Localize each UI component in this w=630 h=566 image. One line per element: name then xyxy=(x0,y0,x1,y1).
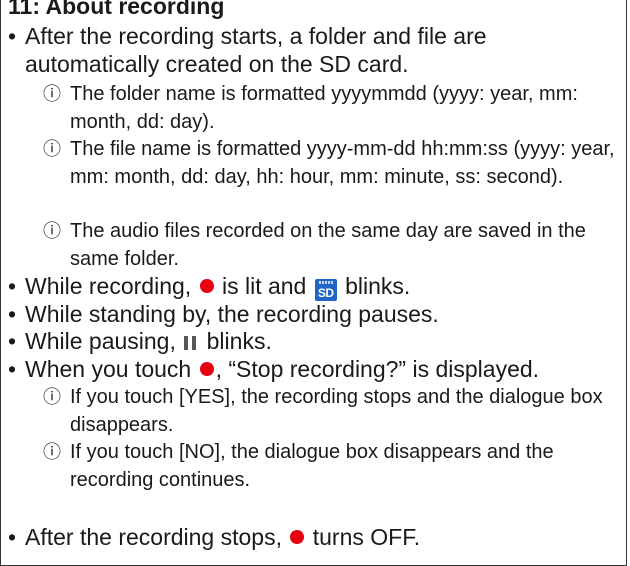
bullet-recording-stops: • After the recording stops, turns OFF. xyxy=(8,524,620,552)
note-folder-name: ⓘ The folder name is formatted yyyymmdd … xyxy=(43,81,618,136)
bullet-mark: • xyxy=(8,273,17,299)
bullet-mark: • xyxy=(8,328,17,354)
bullet-text: While pausing, blinks. xyxy=(8,328,620,356)
bullet-while-pausing: • While pausing, blinks. xyxy=(8,328,620,356)
note-text: The file name is formatted yyyy-mm-dd hh… xyxy=(70,138,615,188)
bullet-text: While recording, is lit and SD blinks. xyxy=(8,273,620,301)
sd-card-icon: SD xyxy=(314,279,337,301)
note-text: If you touch [YES], the recording stops … xyxy=(70,386,603,436)
bullet-mark: • xyxy=(8,23,17,49)
note-same-folder: ⓘ The audio files recorded on the same d… xyxy=(43,218,618,273)
bullet-mark: • xyxy=(8,524,17,550)
bullet-text: After the recording stops, turns OFF. xyxy=(8,524,620,552)
bullet-text: After the recording starts, a folder and… xyxy=(25,23,487,77)
text-part: , “Stop recording?” is displayed. xyxy=(215,356,540,382)
text-part: When you touch xyxy=(25,356,198,382)
info-icon: ⓘ xyxy=(43,221,61,242)
info-icon: ⓘ xyxy=(43,442,61,463)
info-icon: ⓘ xyxy=(43,84,61,105)
text-part: turns OFF. xyxy=(306,524,421,550)
section-heading: 11: About recording xyxy=(8,0,225,19)
bullet-while-recording: • While recording, is lit and SD blinks. xyxy=(8,273,620,301)
bullet-mark: • xyxy=(8,356,17,382)
bullet-stop-prompt: • When you touch , “Stop recording?” is … xyxy=(8,356,620,384)
note-touch-no: ⓘ If you touch [NO], the dialogue box di… xyxy=(43,439,618,494)
text-part: After the recording stops, xyxy=(25,524,289,550)
text-part: While pausing, xyxy=(25,328,183,354)
record-icon xyxy=(199,362,214,376)
pause-icon xyxy=(184,336,197,350)
bullet-standing-by: • While standing by, the recording pause… xyxy=(8,301,620,329)
note-text: The audio files recorded on the same day… xyxy=(70,220,586,270)
note-text: The folder name is formatted yyyymmdd (y… xyxy=(70,83,578,133)
record-icon xyxy=(290,530,305,544)
note-text: If you touch [NO], the dialogue box disa… xyxy=(70,441,554,491)
text-part: blinks. xyxy=(200,328,272,354)
info-icon: ⓘ xyxy=(43,387,61,408)
text-part: blinks. xyxy=(338,273,411,299)
info-icon: ⓘ xyxy=(43,139,61,160)
note-touch-yes: ⓘ If you touch [YES], the recording stop… xyxy=(43,384,618,439)
note-file-name: ⓘ The file name is formatted yyyy-mm-dd … xyxy=(43,136,618,191)
record-icon xyxy=(199,279,214,293)
bullet-text: While standing by, the recording pauses. xyxy=(25,301,439,327)
bullet-mark: • xyxy=(8,301,17,327)
text-part: is lit and xyxy=(215,273,313,299)
bullet-folder-created: • After the recording starts, a folder a… xyxy=(8,23,620,78)
text-part: While recording, xyxy=(25,273,198,299)
bullet-text: When you touch , “Stop recording?” is di… xyxy=(8,356,620,384)
